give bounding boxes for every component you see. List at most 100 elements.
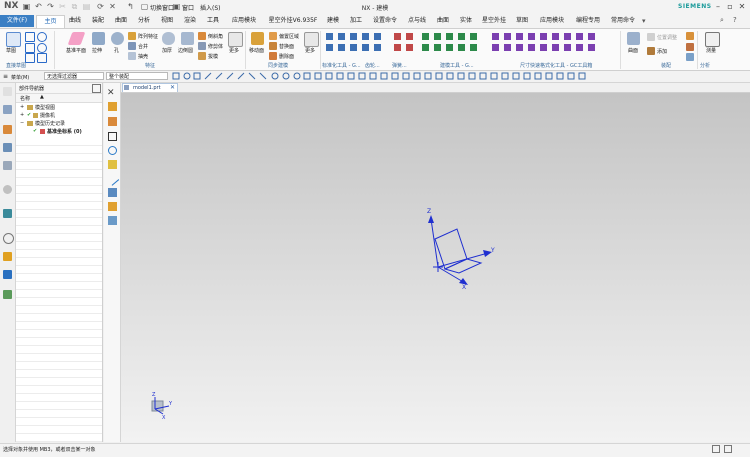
mold-tool-icon[interactable]: [470, 44, 477, 51]
file-menu-button[interactable]: 文件(F): [0, 15, 34, 27]
std-tool-icon[interactable]: [326, 44, 333, 51]
selection-filter-select[interactable]: 无选择过滤器: [44, 72, 104, 80]
snap-icon[interactable]: [215, 72, 223, 80]
feature-tool-icon[interactable]: [108, 202, 117, 211]
tab-plugin[interactable]: 星空外挂: [478, 15, 510, 27]
fullscreen-icon[interactable]: [712, 445, 720, 453]
maximize-icon[interactable]: ▫: [724, 1, 736, 12]
array-feature-button[interactable]: 阵列特征: [138, 33, 158, 40]
snap-icon[interactable]: [336, 72, 344, 80]
dim-tool-icon[interactable]: [504, 44, 511, 51]
snap-icon[interactable]: [259, 72, 267, 80]
tab-sketch[interactable]: 草图: [511, 15, 533, 27]
view-icon[interactable]: [479, 72, 487, 80]
unite-icon[interactable]: [128, 42, 136, 50]
help-icon[interactable]: ?: [733, 16, 741, 24]
mold-tool-icon[interactable]: [446, 33, 453, 40]
menu-button[interactable]: 菜单(M): [11, 74, 29, 81]
more-sync-button[interactable]: 更多: [305, 47, 315, 54]
circle-icon[interactable]: [37, 43, 47, 53]
tab-curve[interactable]: 曲线: [64, 15, 86, 27]
process-studio-icon[interactable]: [3, 252, 12, 261]
snap-icon[interactable]: [271, 72, 279, 80]
tab-render[interactable]: 渲染: [179, 15, 201, 27]
tab-applications[interactable]: 应用模块: [225, 15, 263, 27]
hole-icon[interactable]: [111, 32, 124, 45]
snap-icon[interactable]: [347, 72, 355, 80]
sketch-icon[interactable]: [6, 32, 21, 47]
tree-expand-icon[interactable]: +: [20, 112, 24, 118]
mold-tool-icon[interactable]: [422, 44, 429, 51]
dim-tool-icon[interactable]: [540, 44, 547, 51]
snap-icon[interactable]: [293, 72, 301, 80]
surface-icon[interactable]: [627, 32, 640, 45]
thicken-icon[interactable]: [162, 32, 175, 45]
more-features-button[interactable]: 更多: [229, 47, 239, 54]
dim-tool-icon[interactable]: [504, 33, 511, 40]
mold-tool-icon[interactable]: [458, 44, 465, 51]
snap-icon[interactable]: [237, 72, 245, 80]
mold-tool-icon[interactable]: [446, 44, 453, 51]
snapshot-button[interactable]: 位置调整: [657, 34, 677, 41]
tree-item-cameras[interactable]: 摄像机: [40, 112, 55, 119]
draft-button[interactable]: 拔模: [208, 53, 218, 60]
sketch-button[interactable]: 草图: [6, 47, 16, 54]
dim-tool-icon[interactable]: [540, 33, 547, 40]
edge-blend-button[interactable]: 边倒圆: [178, 47, 193, 54]
clock-icon[interactable]: [3, 233, 14, 244]
snap-icon[interactable]: [391, 72, 399, 80]
web-browser-icon[interactable]: [3, 185, 12, 194]
tree-item-model-views[interactable]: 模型视图: [35, 104, 55, 111]
view-tool-icon[interactable]: [108, 216, 117, 225]
extrude-button[interactable]: 拉伸: [92, 47, 102, 54]
tab-common-commands[interactable]: 常用命令: [606, 15, 640, 27]
view-icon[interactable]: [512, 72, 520, 80]
add-component-button[interactable]: 添加: [657, 48, 667, 55]
shell-icon[interactable]: [128, 52, 136, 60]
tab-surface-2[interactable]: 曲面: [432, 15, 454, 27]
dim-tool-icon[interactable]: [564, 33, 571, 40]
spring-tool-icon[interactable]: [406, 44, 413, 51]
close-tab-icon[interactable]: ✕: [170, 84, 175, 91]
search-icon[interactable]: ⌕: [720, 16, 728, 24]
tab-assembly[interactable]: 装配: [87, 15, 109, 27]
reuse-library-icon[interactable]: [3, 161, 12, 170]
snap-icon[interactable]: [402, 72, 410, 80]
tab-analysis[interactable]: 分析: [133, 15, 155, 27]
draft-icon[interactable]: [198, 52, 206, 60]
tree-expand-icon[interactable]: +: [20, 104, 24, 110]
tab-points-lines[interactable]: 点与线: [403, 15, 431, 27]
dim-tool-icon[interactable]: [492, 33, 499, 40]
snap-icon[interactable]: [424, 72, 432, 80]
snap-icon[interactable]: [282, 72, 290, 80]
measure-button[interactable]: 测量: [706, 47, 716, 54]
tab-programming[interactable]: 编程专用: [571, 15, 605, 27]
snap-icon[interactable]: [193, 72, 201, 80]
constraint-navigator-icon[interactable]: [3, 143, 12, 152]
dim-tool-icon[interactable]: [588, 33, 595, 40]
constraint-icon[interactable]: [686, 32, 694, 40]
move-component-icon[interactable]: [686, 43, 694, 51]
snap-icon[interactable]: [204, 72, 212, 80]
minimize-icon[interactable]: –: [712, 1, 724, 12]
knowledge-icon[interactable]: [3, 270, 12, 279]
mold-tool-icon[interactable]: [434, 33, 441, 40]
assembly-tool-icon[interactable]: [686, 53, 694, 61]
snap-icon[interactable]: [314, 72, 322, 80]
tab-menu-icon[interactable]: ▾: [642, 17, 650, 25]
mold-tool-icon[interactable]: [434, 44, 441, 51]
part-navigator-icon[interactable]: [3, 125, 12, 134]
replace-face-icon[interactable]: [269, 42, 277, 50]
snap-icon[interactable]: [380, 72, 388, 80]
view-icon[interactable]: [534, 72, 542, 80]
hole-button[interactable]: 孔: [114, 47, 119, 54]
snap-icon[interactable]: [325, 72, 333, 80]
snap-icon[interactable]: [183, 72, 191, 80]
view-icon[interactable]: [490, 72, 498, 80]
navigator-pin-icon[interactable]: [92, 84, 101, 93]
column-name-header[interactable]: 名称: [20, 95, 30, 102]
rectangle-icon[interactable]: [25, 43, 35, 53]
sort-ascending-icon[interactable]: ▲: [40, 94, 44, 100]
dim-tool-icon[interactable]: [564, 44, 571, 51]
roles-icon[interactable]: [3, 87, 12, 96]
